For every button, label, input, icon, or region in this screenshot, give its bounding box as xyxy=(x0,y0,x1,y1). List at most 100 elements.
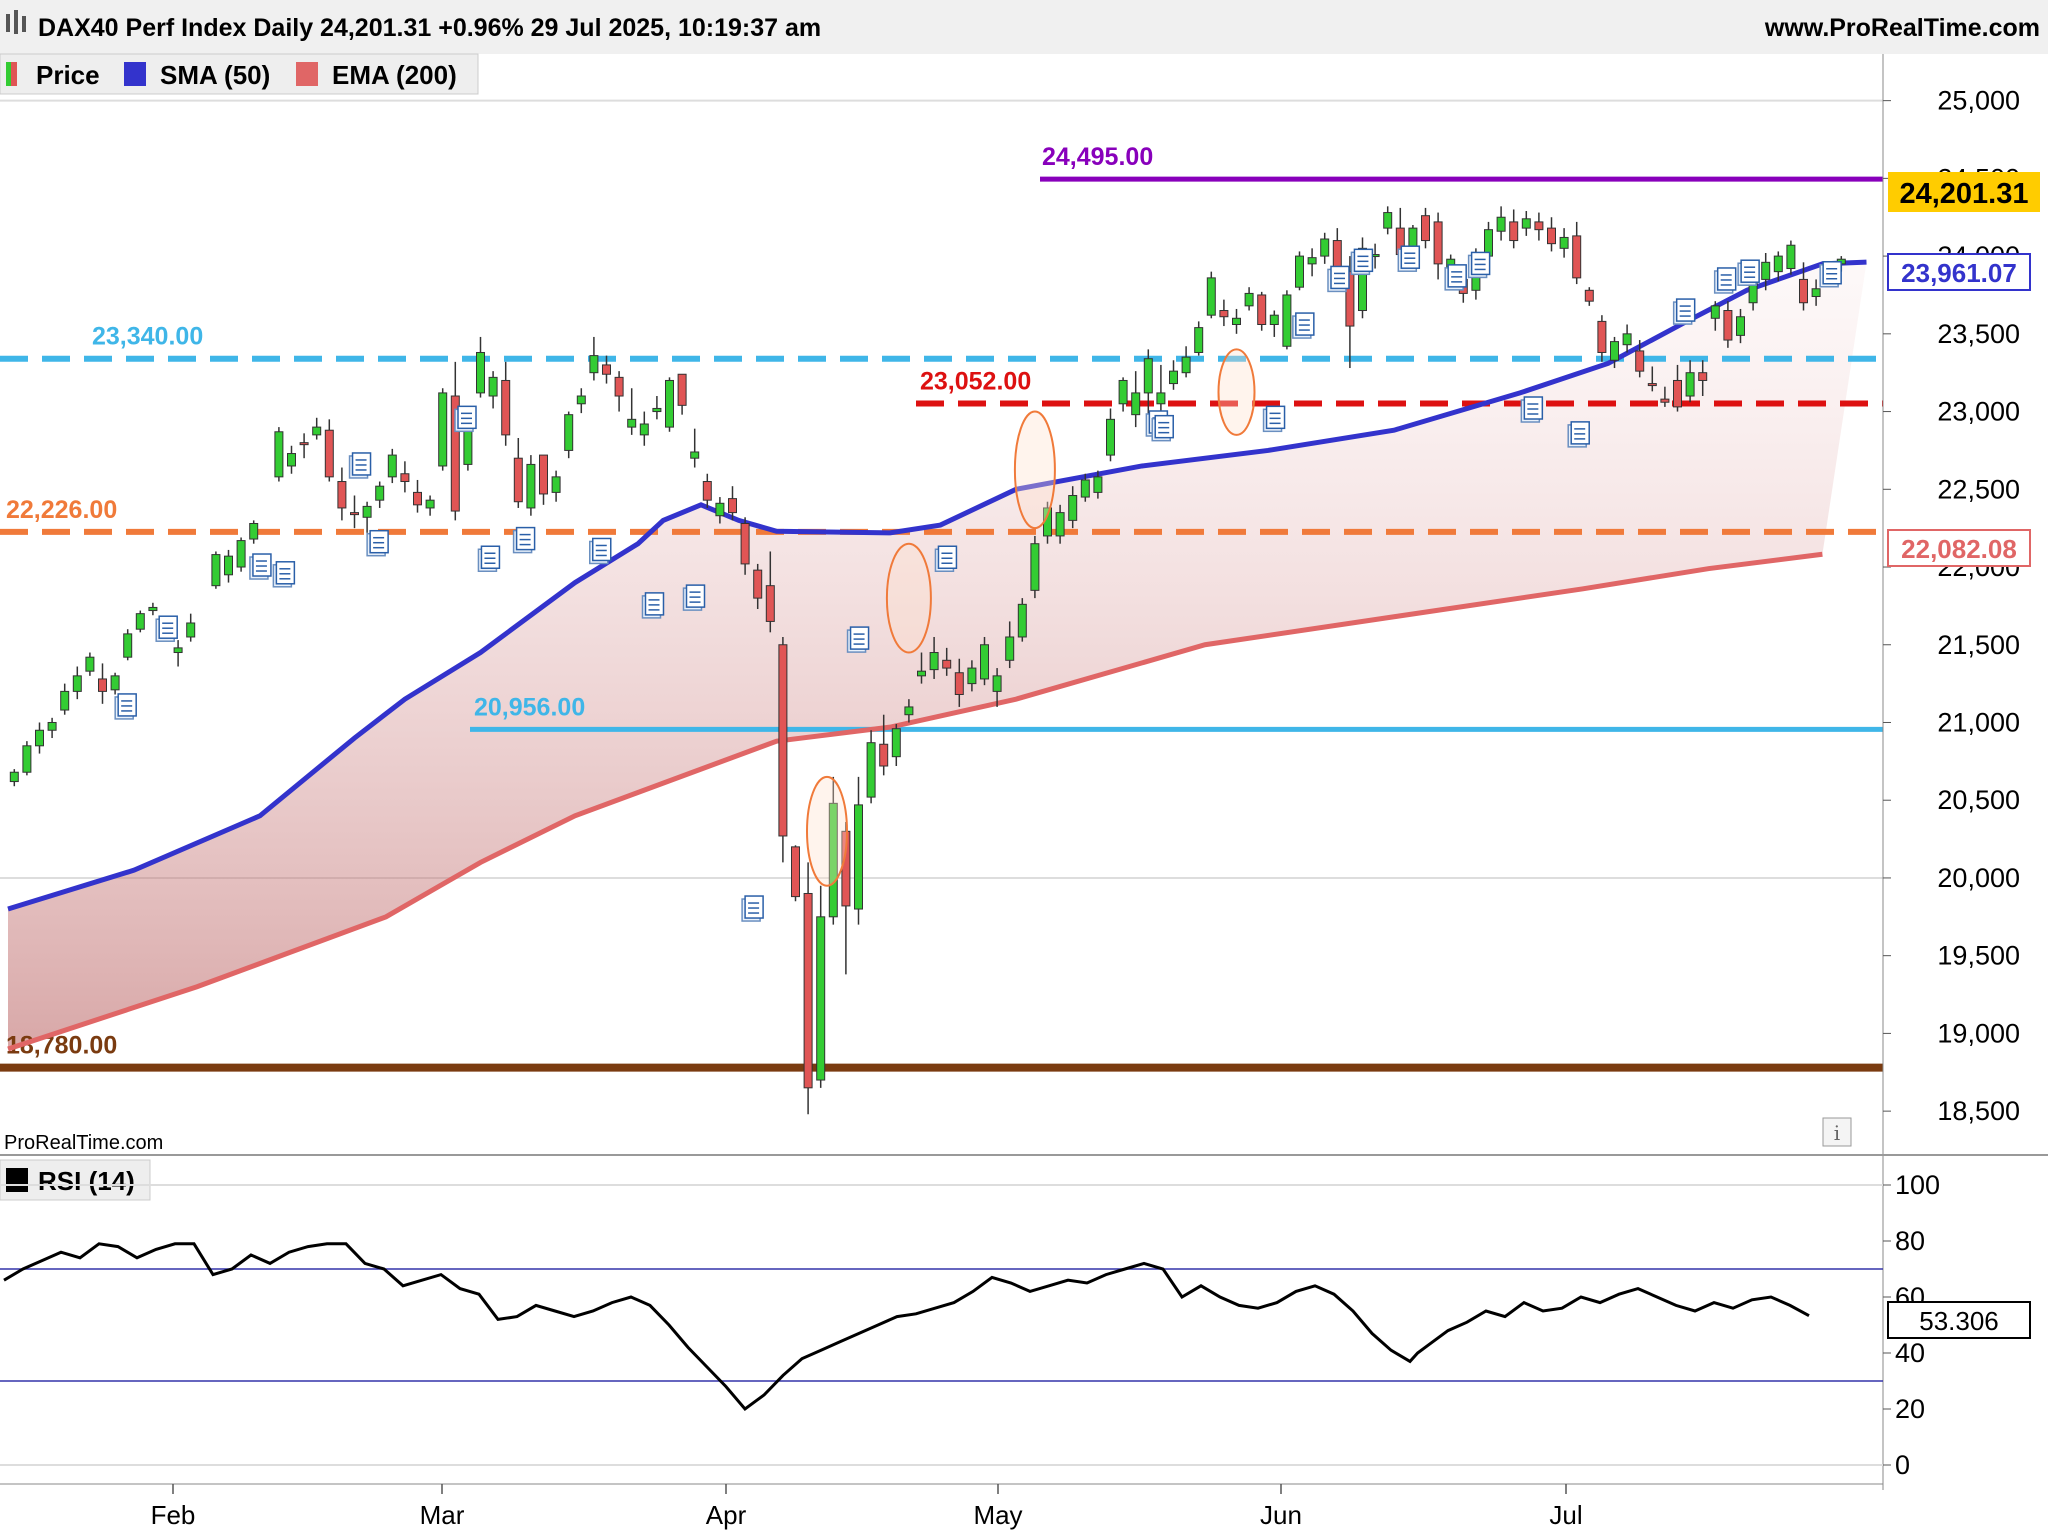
candle[interactable] xyxy=(98,663,107,704)
candle[interactable] xyxy=(1269,310,1279,337)
candle[interactable] xyxy=(614,371,624,412)
candle[interactable] xyxy=(186,613,196,642)
news-doc-icon[interactable] xyxy=(512,526,536,554)
candle[interactable] xyxy=(1017,598,1027,642)
candle[interactable] xyxy=(1622,324,1632,353)
news-doc-icon[interactable] xyxy=(477,545,501,572)
rsi-legend[interactable]: RSI (14) xyxy=(0,1159,151,1201)
news-doc-icon[interactable] xyxy=(249,553,272,580)
news-doc-icon[interactable] xyxy=(846,626,870,653)
news-doc-icon[interactable] xyxy=(1151,414,1174,442)
candle[interactable] xyxy=(211,551,221,589)
candle[interactable] xyxy=(35,722,44,754)
candle[interactable] xyxy=(1030,535,1040,599)
candle[interactable] xyxy=(627,388,637,435)
candle[interactable] xyxy=(513,437,523,508)
candle[interactable] xyxy=(1181,346,1191,378)
candle[interactable] xyxy=(1169,360,1178,390)
news-doc-icon[interactable] xyxy=(1737,259,1760,286)
candle[interactable] xyxy=(891,724,901,767)
candle[interactable] xyxy=(564,411,574,459)
news-doc-icon[interactable] xyxy=(454,405,477,433)
candle[interactable] xyxy=(224,549,233,583)
candle[interactable] xyxy=(702,473,712,508)
candle[interactable] xyxy=(362,501,372,533)
candle[interactable] xyxy=(639,411,649,446)
news-doc-icon[interactable] xyxy=(272,561,296,588)
news-doc-icon[interactable] xyxy=(934,545,958,572)
candle[interactable] xyxy=(60,683,70,715)
candle[interactable] xyxy=(1156,364,1166,412)
news-doc-icon[interactable] xyxy=(1327,265,1350,293)
candle[interactable] xyxy=(1295,251,1304,291)
info-icon[interactable]: i xyxy=(1822,1117,1852,1147)
candle[interactable] xyxy=(1597,315,1607,362)
news-doc-icon[interactable] xyxy=(348,452,372,479)
candle[interactable] xyxy=(148,602,158,616)
candle[interactable] xyxy=(110,672,120,695)
candle[interactable] xyxy=(1219,299,1229,327)
candle[interactable] xyxy=(589,336,599,381)
candle[interactable] xyxy=(1131,371,1141,428)
candle[interactable] xyxy=(375,481,385,508)
candle[interactable] xyxy=(476,336,485,398)
candle[interactable] xyxy=(1521,211,1531,236)
candle[interactable] xyxy=(85,652,95,676)
candle[interactable] xyxy=(866,730,876,804)
candle[interactable] xyxy=(274,427,284,482)
candle[interactable] xyxy=(690,428,700,468)
candle[interactable] xyxy=(1509,209,1519,249)
candle[interactable] xyxy=(778,636,788,863)
news-doc-icon[interactable] xyxy=(366,529,389,557)
candle[interactable] xyxy=(652,396,662,420)
price-chart[interactable]: DAX40 Perf Index Daily 24,201.31 +0.96% … xyxy=(0,0,2048,1536)
candle[interactable] xyxy=(299,433,309,459)
candle[interactable] xyxy=(791,845,800,902)
news-doc-icon[interactable] xyxy=(682,584,706,611)
news-doc-icon[interactable] xyxy=(641,592,665,619)
candle[interactable] xyxy=(249,520,259,544)
candle[interactable] xyxy=(1106,408,1115,462)
news-doc-icon[interactable] xyxy=(741,895,764,922)
news-doc-icon[interactable] xyxy=(1292,312,1315,339)
news-doc-icon[interactable] xyxy=(1520,396,1544,423)
news-doc-icon[interactable] xyxy=(155,615,178,642)
candle[interactable] xyxy=(450,361,460,521)
candle[interactable] xyxy=(1282,290,1292,350)
candle[interactable] xyxy=(1257,291,1267,331)
candle[interactable] xyxy=(1383,206,1393,235)
candle[interactable] xyxy=(1320,232,1330,264)
candle[interactable] xyxy=(1547,217,1556,252)
news-doc-icon[interactable] xyxy=(1672,298,1696,325)
candle[interactable] xyxy=(488,371,498,409)
candle[interactable] xyxy=(1421,207,1430,249)
candle[interactable] xyxy=(400,461,410,493)
price-panel[interactable]: 24,495.00 23,340.00 23,052.00 22,226.00 20,9… xyxy=(0,99,1883,1115)
news-doc-icon[interactable] xyxy=(114,693,137,720)
candle[interactable] xyxy=(72,666,82,700)
legend-sma[interactable]: SMA (50) xyxy=(124,60,270,90)
candle[interactable] xyxy=(1244,287,1254,311)
news-doc-icon[interactable] xyxy=(1819,261,1842,288)
candle[interactable] xyxy=(1786,240,1796,275)
candle[interactable] xyxy=(123,629,133,661)
candle[interactable] xyxy=(1559,228,1569,258)
news-doc-icon[interactable] xyxy=(1444,264,1467,291)
news-doc-icon[interactable] xyxy=(1467,251,1491,279)
candle[interactable] xyxy=(324,419,334,482)
candle[interactable] xyxy=(576,388,586,414)
candle[interactable] xyxy=(526,455,536,516)
news-doc-icon[interactable] xyxy=(1713,267,1737,294)
candle[interactable] xyxy=(803,862,813,1115)
candle[interactable] xyxy=(413,479,422,513)
candle[interactable] xyxy=(1433,212,1443,280)
news-doc-icon[interactable] xyxy=(1262,405,1286,433)
candle[interactable] xyxy=(1584,287,1594,306)
candle[interactable] xyxy=(1534,212,1544,241)
candle[interactable] xyxy=(539,454,548,505)
news-doc-icon[interactable] xyxy=(1350,248,1374,276)
news-doc-icon[interactable] xyxy=(1567,421,1590,448)
candle[interactable] xyxy=(1307,248,1317,277)
candle[interactable] xyxy=(350,495,359,529)
candle[interactable] xyxy=(1118,377,1128,412)
